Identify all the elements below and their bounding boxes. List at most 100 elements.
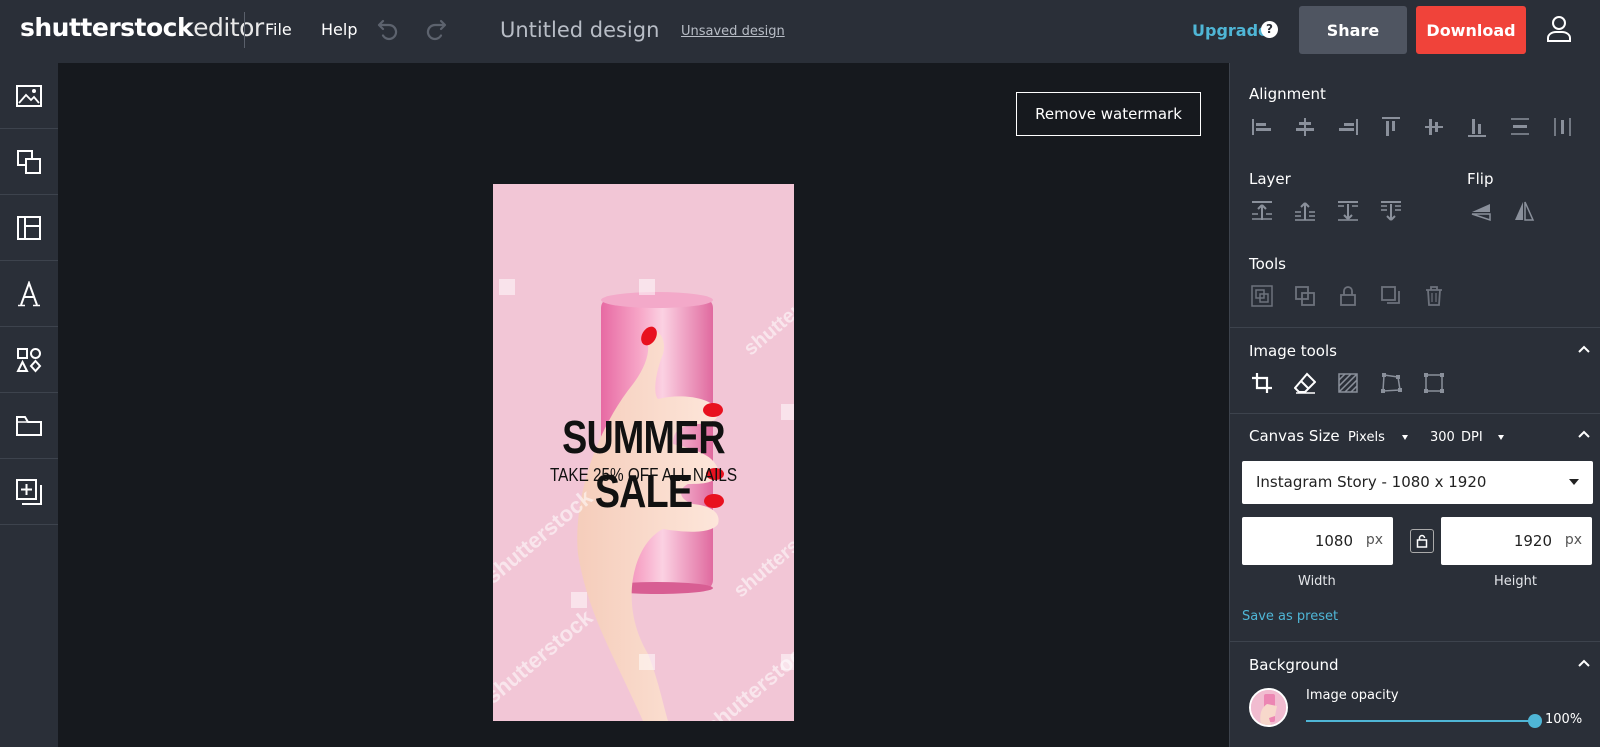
share-button[interactable]: Share xyxy=(1299,6,1407,54)
elements-tool[interactable] xyxy=(0,327,58,393)
height-input[interactable]: 1920 px xyxy=(1441,517,1592,565)
unit-dropdown-icon[interactable] xyxy=(1402,435,1408,440)
panel-divider xyxy=(1230,327,1600,328)
align-top-icon[interactable] xyxy=(1380,116,1402,138)
design-title[interactable]: Untitled design xyxy=(500,18,659,42)
text-tool[interactable] xyxy=(0,261,58,327)
top-bar: shutterstockeditor File Help Untitled de… xyxy=(0,0,1600,63)
dpi-value[interactable]: 300 xyxy=(1430,430,1455,445)
flip-title: Flip xyxy=(1467,170,1494,188)
shutterstock-editor-logo[interactable]: shutterstockeditor xyxy=(20,13,264,42)
templates-tool[interactable] xyxy=(0,195,58,261)
chevron-up-icon[interactable] xyxy=(1577,344,1591,354)
bring-forward-icon[interactable] xyxy=(1294,200,1316,222)
flip-horizontal-icon[interactable] xyxy=(1513,200,1535,222)
layers-tool[interactable] xyxy=(0,129,58,195)
remove-watermark-button[interactable]: Remove watermark xyxy=(1016,92,1201,136)
crop-icon[interactable] xyxy=(1251,372,1273,394)
image-tools-icons xyxy=(1251,372,1466,394)
width-label: Width xyxy=(1298,574,1336,589)
background-title: Background xyxy=(1249,656,1339,674)
image-opacity-slider-handle[interactable] xyxy=(1528,714,1542,728)
design-canvas[interactable]: shutterstock shutterstock shutterstock s… xyxy=(493,184,794,721)
logo-brand: shutterstock xyxy=(20,13,194,42)
text-icon xyxy=(18,280,40,306)
uploads-tool[interactable] xyxy=(0,393,58,459)
filter-icon[interactable] xyxy=(1337,372,1359,394)
trash-icon[interactable] xyxy=(1423,285,1445,307)
height-label: Height xyxy=(1494,574,1537,589)
folder-icon xyxy=(16,415,42,436)
chevron-up-icon[interactable] xyxy=(1577,658,1591,668)
shapes-icon xyxy=(16,347,42,372)
flip-vertical-icon[interactable] xyxy=(1470,200,1492,222)
user-icon[interactable] xyxy=(1544,14,1574,44)
canvas-preset-select[interactable]: Instagram Story - 1080 x 1920 xyxy=(1242,461,1593,504)
tools-title: Tools xyxy=(1249,255,1286,273)
redo-icon[interactable] xyxy=(423,15,449,41)
dpi-label: DPI xyxy=(1461,430,1483,445)
eraser-icon[interactable] xyxy=(1294,372,1316,394)
align-center-horizontal-icon[interactable] xyxy=(1294,116,1316,138)
help-icon[interactable]: ? xyxy=(1261,21,1278,38)
distribute-vertical-icon[interactable] xyxy=(1509,116,1531,138)
flip-icons xyxy=(1470,200,1556,222)
canvas-size-title: Canvas Size xyxy=(1249,427,1340,445)
background-image xyxy=(1251,690,1286,725)
ungroup-icon[interactable] xyxy=(1294,285,1316,307)
distribute-horizontal-icon[interactable] xyxy=(1552,116,1574,138)
logo-product: editor xyxy=(193,13,264,42)
layer-icons xyxy=(1251,200,1423,222)
alignment-title: Alignment xyxy=(1249,85,1326,103)
help-menu[interactable]: Help xyxy=(321,20,357,39)
undo-icon[interactable] xyxy=(375,15,401,41)
width-input[interactable]: 1080 px xyxy=(1242,517,1393,565)
panel-divider xyxy=(1230,413,1600,414)
chevron-down-icon xyxy=(1569,479,1579,485)
subhead-text[interactable]: TAKE 25% OFF ALL NAILS xyxy=(516,465,772,486)
images-tool[interactable] xyxy=(0,63,58,129)
align-right-icon[interactable] xyxy=(1337,116,1359,138)
template-icon xyxy=(17,215,41,240)
unit-select[interactable]: Pixels xyxy=(1348,430,1385,445)
dpi-dropdown-icon[interactable] xyxy=(1498,435,1504,440)
preset-select-value: Instagram Story - 1080 x 1920 xyxy=(1256,473,1487,491)
send-to-back-icon[interactable] xyxy=(1380,200,1402,222)
aspect-lock-button[interactable] xyxy=(1410,529,1434,553)
bring-to-front-icon[interactable] xyxy=(1251,200,1273,222)
width-value: 1080 xyxy=(1314,532,1353,550)
layers-icon xyxy=(17,149,41,174)
left-toolbar xyxy=(0,63,58,747)
image-opacity-label: Image opacity xyxy=(1306,688,1399,703)
transform-icon[interactable] xyxy=(1423,372,1445,394)
add-page-icon xyxy=(16,478,42,505)
group-icon[interactable] xyxy=(1251,285,1273,307)
header-divider xyxy=(244,12,245,48)
panel-divider xyxy=(1230,641,1600,642)
headline-text[interactable]: SUMMER SALE xyxy=(520,410,767,518)
save-as-preset-link[interactable]: Save as preset xyxy=(1242,609,1338,624)
duplicate-icon[interactable] xyxy=(1380,285,1402,307)
lock-icon[interactable] xyxy=(1337,285,1359,307)
align-center-vertical-icon[interactable] xyxy=(1423,116,1445,138)
height-unit: px xyxy=(1564,532,1582,548)
align-bottom-icon[interactable] xyxy=(1466,116,1488,138)
shape-mask-icon[interactable] xyxy=(1380,372,1402,394)
download-button[interactable]: Download xyxy=(1416,6,1526,54)
properties-panel: Alignment Layer Flip Tools Image tools C… xyxy=(1229,63,1600,747)
save-status-link[interactable]: Unsaved design xyxy=(681,24,785,39)
file-menu[interactable]: File xyxy=(265,20,292,39)
chevron-up-icon[interactable] xyxy=(1577,429,1591,439)
alignment-icons xyxy=(1251,116,1595,138)
image-icon xyxy=(16,84,42,107)
send-backward-icon[interactable] xyxy=(1337,200,1359,222)
align-left-icon[interactable] xyxy=(1251,116,1273,138)
height-value: 1920 xyxy=(1513,532,1552,550)
image-opacity-slider[interactable] xyxy=(1306,720,1534,722)
background-thumbnail[interactable] xyxy=(1249,688,1288,727)
tools-icons xyxy=(1251,285,1466,307)
add-page-tool[interactable] xyxy=(0,459,58,525)
layer-title: Layer xyxy=(1249,170,1291,188)
upgrade-link[interactable]: Upgrade xyxy=(1192,21,1269,40)
width-unit: px xyxy=(1365,532,1383,548)
